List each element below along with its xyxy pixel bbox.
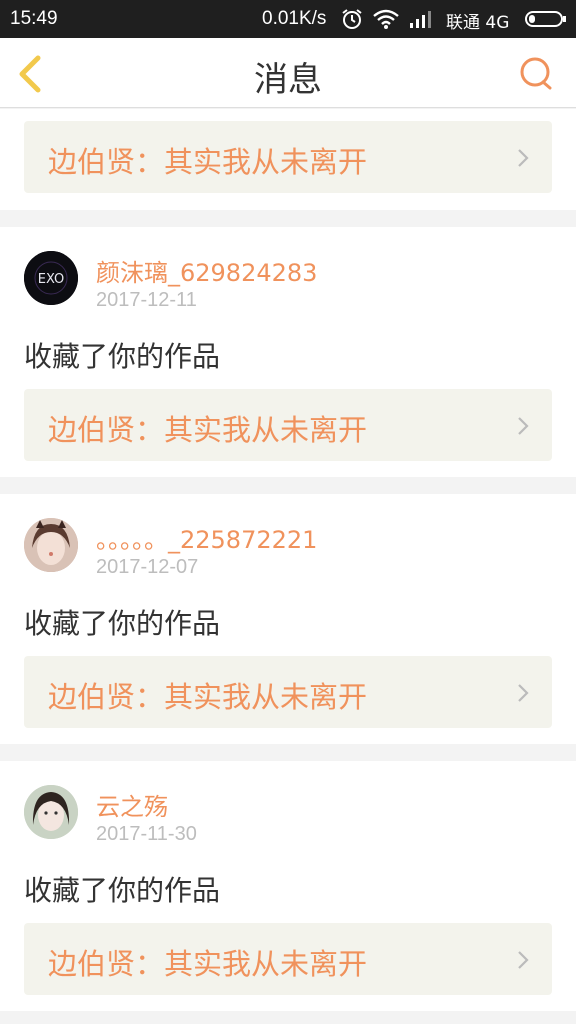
navbar: 消息	[0, 38, 576, 108]
wifi-icon	[373, 9, 399, 29]
signal-icon	[410, 11, 431, 28]
network-speed: 0.01K/s	[262, 8, 327, 29]
chevron-right-icon	[518, 684, 529, 702]
user-photo-avatar	[24, 518, 78, 572]
action-text: 收藏了你的作品	[24, 340, 221, 373]
battery-icon	[525, 11, 566, 27]
action-text: 收藏了你的作品	[24, 874, 221, 907]
avatar[interactable]	[24, 518, 78, 572]
work-link[interactable]: 边伯贤：其实我从未离开	[24, 389, 552, 461]
message-date: 2017-12-11	[96, 289, 197, 311]
status-time: 15:49	[10, 8, 58, 29]
message-card: 云之殇 2017-11-30 收藏了你的作品 边伯贤：其实我从未离开	[0, 761, 576, 1011]
message-date: 2017-12-07	[96, 556, 199, 578]
alarm-icon	[342, 9, 362, 29]
action-text: 收藏了你的作品	[24, 607, 221, 640]
work-link[interactable]: 边伯贤：其实我从未离开	[24, 923, 552, 995]
chevron-right-icon	[518, 417, 529, 435]
work-title: 边伯贤：其实我从未离开	[48, 947, 368, 981]
work-link[interactable]: 边伯贤：其实我从未离开	[24, 656, 552, 728]
work-title: 边伯贤：其实我从未离开	[48, 413, 368, 447]
avatar-text: EXO	[38, 272, 65, 287]
avatar[interactable]: EXO	[24, 251, 78, 305]
search-icon	[520, 57, 552, 90]
username[interactable]: 。。。。。_225872221	[96, 520, 317, 555]
work-link[interactable]: 边伯贤：其实我从未离开	[24, 121, 552, 193]
avatar[interactable]	[24, 785, 78, 839]
message-card-top: 边伯贤：其实我从未离开	[0, 109, 576, 210]
search-button[interactable]	[516, 54, 556, 94]
page-title: 消息	[254, 60, 322, 100]
status-bar: 15:49 0.01K/s 联通 4G	[0, 0, 576, 38]
message-card: 。。。。。_225872221 2017-12-07 收藏了你的作品 边伯贤：其…	[0, 494, 576, 744]
username[interactable]: 颜沫璃_629824283	[96, 253, 317, 288]
work-title: 边伯贤：其实我从未离开	[48, 145, 368, 179]
carrier-label: 联通 4G	[446, 13, 510, 33]
user-photo-avatar	[24, 785, 78, 839]
message-date: 2017-11-30	[96, 823, 197, 845]
message-card: EXO 颜沫璃_629824283 2017-12-11 收藏了你的作品 边伯贤…	[0, 227, 576, 477]
chevron-right-icon	[518, 149, 529, 167]
username[interactable]: 云之殇	[96, 787, 168, 822]
chevron-right-icon	[518, 951, 529, 969]
work-title: 边伯贤：其实我从未离开	[48, 680, 368, 714]
exo-logo-avatar: EXO	[24, 251, 78, 305]
